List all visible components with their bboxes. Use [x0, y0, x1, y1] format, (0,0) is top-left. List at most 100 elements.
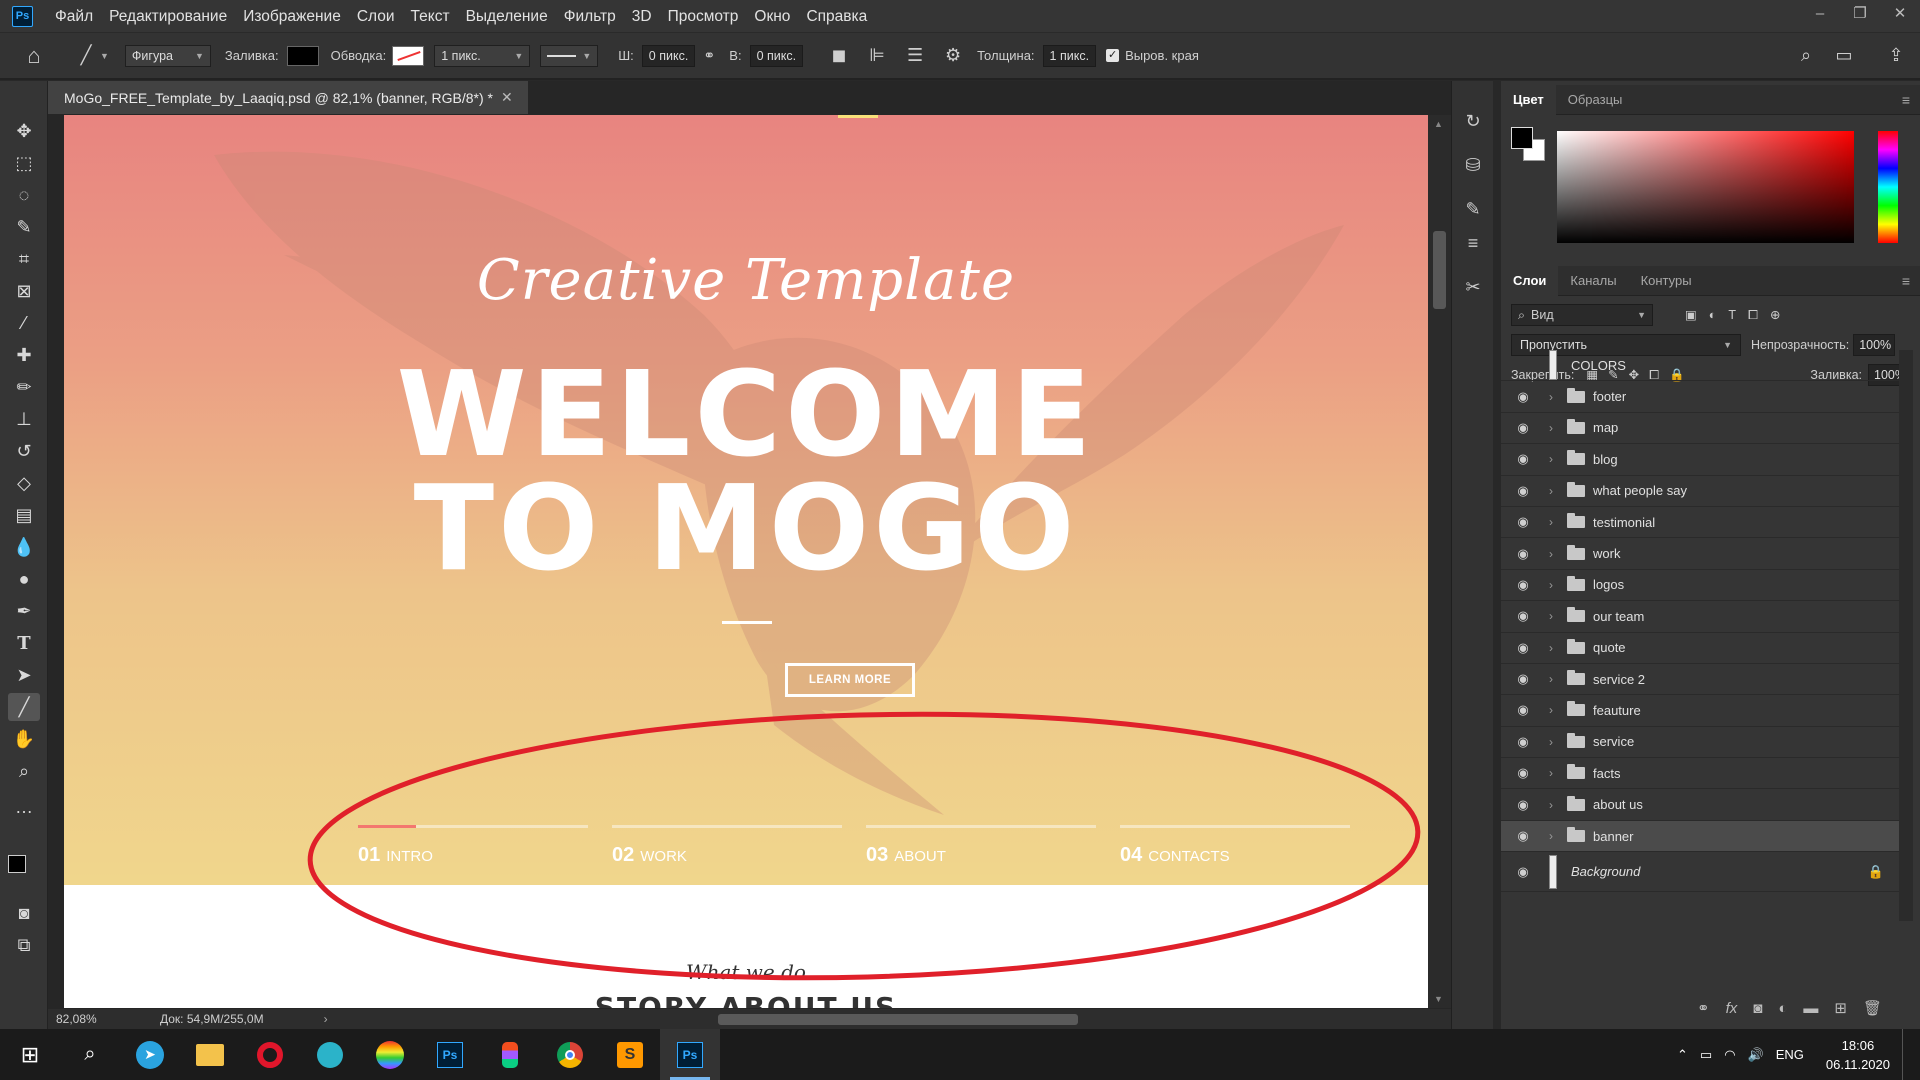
workspace-icon[interactable]: ▭ [1830, 45, 1858, 66]
zoom-tool-icon[interactable]: ⌕ [8, 757, 40, 785]
lasso-tool-icon[interactable]: ◌ [8, 181, 40, 209]
chevron-right-icon[interactable]: › [1549, 735, 1563, 749]
quick-mask-icon[interactable]: ◙ [8, 899, 40, 927]
gradient-tool-icon[interactable]: ▤ [8, 501, 40, 529]
weight-input[interactable]: 1 пикс. [1042, 44, 1097, 67]
brush-settings-icon[interactable]: ✎ [1459, 195, 1487, 223]
tab-color[interactable]: Цвет [1501, 84, 1556, 115]
eye-icon[interactable]: ◉ [1511, 546, 1535, 562]
hand-tool-icon[interactable]: ✋ [8, 725, 40, 753]
language-indicator[interactable]: ENG [1776, 1047, 1804, 1062]
eye-icon[interactable]: ◉ [1511, 608, 1535, 624]
layer-row-selected[interactable]: ◉ › banner [1501, 820, 1900, 853]
zoom-level[interactable]: 82,08% [48, 1012, 128, 1026]
eye-icon[interactable]: ◉ [1511, 451, 1535, 467]
healing-brush-icon[interactable]: ✚ [8, 341, 40, 369]
nav-item-intro[interactable]: 01 INTRO [358, 825, 588, 867]
photoshop-icon[interactable]: Ps [420, 1029, 480, 1080]
layer-row[interactable]: ◉ › facts [1501, 758, 1900, 790]
eye-icon[interactable]: ◉ [1511, 797, 1535, 813]
telegram-icon[interactable]: ➤ [120, 1029, 180, 1080]
layer-row[interactable]: ◉ Background 🔒 [1501, 852, 1900, 893]
stroke-swatch[interactable] [392, 45, 425, 66]
menu-3d[interactable]: 3D [624, 0, 660, 33]
horizontal-scrollbar[interactable] [718, 1014, 1078, 1025]
canvas[interactable]: Creative Template WELCOME TO MOGO LEARN … [64, 115, 1428, 1008]
app-icon[interactable] [300, 1029, 360, 1080]
layer-row[interactable]: ◉ › about us [1501, 789, 1900, 821]
chevron-down-icon[interactable]: ▼ [100, 51, 109, 61]
link-icon[interactable]: ⚭ [695, 47, 723, 64]
path-alignment-icon[interactable]: ⊫ [863, 45, 891, 66]
nav-item-about[interactable]: 03 ABOUT [866, 825, 1096, 867]
chevron-right-icon[interactable]: › [1549, 641, 1563, 655]
tab-swatches[interactable]: Образцы [1556, 85, 1635, 115]
menu-edit[interactable]: Редактирование [101, 0, 235, 33]
stamp-tool-icon[interactable]: ⊥ [8, 405, 40, 433]
layer-row[interactable]: ◉ › service 2 [1501, 664, 1900, 696]
layer-row[interactable]: ◉ › feauture [1501, 695, 1900, 727]
path-operations-icon[interactable]: ◼ [825, 45, 853, 66]
fill-swatch[interactable] [286, 45, 319, 66]
wifi-icon[interactable]: ◠ [1724, 1047, 1735, 1063]
menu-file[interactable]: Файл [47, 0, 101, 33]
document-tab[interactable]: MoGo_FREE_Template_by_Laaqiq.psd @ 82,1%… [48, 81, 528, 114]
layer-row[interactable]: ◉ › footer [1501, 381, 1900, 413]
eye-icon[interactable]: ◉ [1511, 640, 1535, 656]
vertical-scrollbar[interactable]: ▲ ▼ [1428, 115, 1451, 1008]
search-icon[interactable]: ⌕ [60, 1029, 120, 1080]
screen-mode-icon[interactable]: ⧉ [8, 931, 40, 959]
chrome-icon[interactable] [540, 1029, 600, 1080]
chevron-up-icon[interactable]: ⌃ [1677, 1047, 1688, 1063]
layer-row[interactable]: ◉ › map [1501, 413, 1900, 445]
file-explorer-icon[interactable] [180, 1029, 240, 1080]
eye-icon[interactable]: ◉ [1511, 389, 1535, 405]
blur-tool-icon[interactable]: 💧 [8, 533, 40, 561]
dodge-tool-icon[interactable]: ● [8, 565, 40, 593]
hue-slider[interactable] [1878, 131, 1898, 243]
opera-icon[interactable] [240, 1029, 300, 1080]
layer-mask-icon[interactable]: ◙ [1753, 1000, 1762, 1017]
gear-icon[interactable]: ⚙ [939, 45, 967, 66]
layer-row[interactable]: ◉ › what people say [1501, 476, 1900, 507]
line-tool-icon[interactable]: ╱ [8, 693, 40, 721]
quick-select-tool-icon[interactable]: ✎ [8, 213, 40, 241]
panel-menu-icon[interactable]: ≡ [1902, 273, 1910, 289]
eraser-tool-icon[interactable]: ◇ [8, 469, 40, 497]
eye-icon[interactable]: ◉ [1511, 864, 1535, 880]
line-tool-icon[interactable]: ╱ [72, 45, 100, 66]
nav-item-contacts[interactable]: 04 CONTACTS [1120, 825, 1350, 867]
layer-filter-select[interactable]: ⌕ Вид ▼ [1511, 304, 1653, 326]
path-arrangement-icon[interactable]: ☰ [901, 45, 929, 66]
search-icon[interactable]: ⌕ [1792, 45, 1820, 66]
chevron-right-icon[interactable]: › [1549, 421, 1563, 435]
chevron-right-icon[interactable]: › [1549, 484, 1563, 498]
trash-icon[interactable]: 🗑 [1863, 999, 1882, 1017]
visibility-toggle[interactable]: ◉ [1511, 357, 1535, 373]
pen-tool-icon[interactable]: ✒ [8, 597, 40, 625]
link-layers-icon[interactable]: ⚭ [1697, 999, 1710, 1017]
menu-layers[interactable]: Слои [349, 0, 403, 33]
layer-filter-icons[interactable]: ▣◐T⧠⊕ [1685, 307, 1792, 323]
libraries-icon[interactable]: ⛁ [1459, 151, 1487, 179]
layer-row[interactable]: ◉ › testimonial [1501, 507, 1900, 539]
chevron-right-icon[interactable]: › [1549, 829, 1563, 843]
new-group-icon[interactable]: ▬ [1803, 1000, 1818, 1017]
frame-tool-icon[interactable]: ⊠ [8, 277, 40, 305]
stroke-width-select[interactable]: 1 пикс. ▼ [434, 44, 531, 67]
chevron-right-icon[interactable]: › [1549, 390, 1563, 404]
new-layer-icon[interactable]: ⊞ [1834, 999, 1847, 1017]
figma-icon[interactable] [480, 1029, 540, 1080]
more-tools-icon[interactable]: … [8, 793, 40, 821]
eye-icon[interactable]: ◉ [1511, 765, 1535, 781]
eye-icon[interactable]: ◉ [1511, 702, 1535, 718]
crop-tool-icon[interactable]: ⌗ [8, 245, 40, 273]
marquee-tool-icon[interactable]: ⬚ [8, 149, 40, 177]
nav-item-work[interactable]: 02 WORK [612, 825, 842, 867]
menu-view[interactable]: Просмотр [660, 0, 747, 33]
layer-row[interactable]: ◉ › blog [1501, 444, 1900, 476]
battery-icon[interactable]: ▭ [1700, 1047, 1712, 1063]
home-icon[interactable]: ⌂ [20, 43, 48, 69]
color-spectrum[interactable] [1557, 131, 1854, 243]
move-tool-icon[interactable]: ✥ [8, 117, 40, 145]
